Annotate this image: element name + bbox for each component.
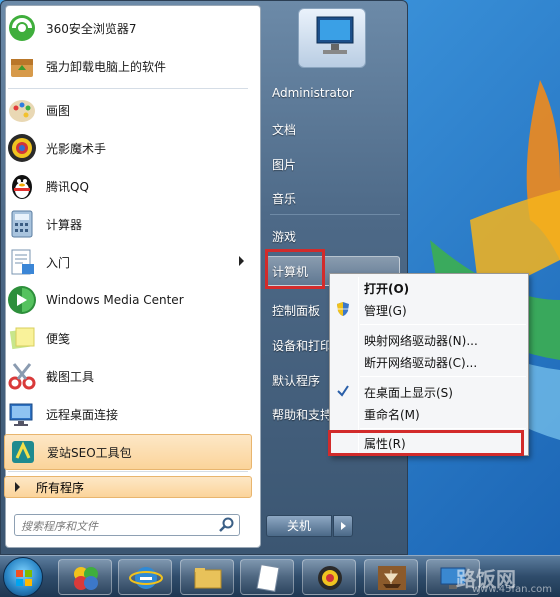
- search-input[interactable]: 搜索程序和文件: [14, 514, 240, 536]
- program-item-qq[interactable]: 腾讯QQ: [4, 168, 252, 204]
- qq-penguin-icon: [6, 170, 38, 202]
- program-item-uninstaller[interactable]: 强力卸载电脑上的软件: [4, 48, 252, 84]
- search-placeholder: 搜索程序和文件: [21, 520, 98, 533]
- media-center-icon: [6, 284, 38, 316]
- menu-item-manage[interactable]: 管理(G): [364, 302, 407, 319]
- right-item-music[interactable]: 音乐: [272, 190, 296, 207]
- program-label: 爱站SEO工具包: [47, 445, 132, 460]
- context-menu: 打开(O) 管理(G) 映射网络驱动器(N)... 断开网络驱动器(C)... …: [329, 273, 529, 456]
- start-button[interactable]: [3, 557, 43, 597]
- taskbar-app-explorer[interactable]: [180, 559, 234, 595]
- program-label: 便笺: [46, 331, 71, 346]
- watermark-url: www.45fan.com: [472, 584, 553, 595]
- menu-item-open[interactable]: 打开(O): [364, 280, 409, 297]
- right-item-help-support[interactable]: 帮助和支持: [272, 406, 332, 423]
- internet-explorer-icon: [129, 567, 163, 589]
- monitor-icon: [316, 16, 354, 54]
- menu-separator: [360, 376, 526, 377]
- ship-picture-icon: [378, 566, 406, 590]
- aperture-icon: [6, 132, 38, 164]
- right-item-user[interactable]: Administrator: [272, 86, 354, 100]
- right-item-games[interactable]: 游戏: [272, 228, 296, 245]
- program-label: 远程桌面连接: [46, 407, 119, 422]
- program-label: 360安全浏览器7: [46, 21, 137, 36]
- menu-separator: [360, 324, 526, 325]
- program-item-paint[interactable]: 画图: [4, 92, 252, 128]
- menu-separator: [360, 428, 526, 429]
- program-label: 腾讯QQ: [46, 179, 89, 194]
- sticky-notes-icon: [6, 322, 38, 354]
- taskbar-app-magic[interactable]: [302, 559, 356, 595]
- program-label: 光影魔术手: [46, 141, 107, 156]
- computer-annotation-box: [265, 249, 325, 289]
- getting-started-icon: [6, 246, 38, 278]
- program-label: 截图工具: [46, 369, 95, 384]
- right-item-default-programs[interactable]: 默认程序: [272, 372, 320, 389]
- program-label: 强力卸载电脑上的软件: [46, 59, 167, 74]
- taskbar-app-notes[interactable]: [240, 559, 294, 595]
- search-icon[interactable]: [218, 517, 236, 533]
- shield-icon: [335, 301, 351, 317]
- scissors-icon: [6, 360, 38, 392]
- right-item-documents[interactable]: 文档: [272, 121, 296, 138]
- menu-item-map-drive[interactable]: 映射网络驱动器(N)...: [364, 332, 478, 349]
- right-separator: [270, 214, 400, 215]
- 360-safe-icon: [74, 567, 98, 590]
- program-label: 入门: [46, 255, 71, 270]
- submenu-arrow-icon: [239, 256, 244, 266]
- paint-palette-icon: [6, 94, 38, 126]
- program-label: 画图: [46, 103, 71, 118]
- program-item-snipping-tool[interactable]: 截图工具: [4, 358, 252, 394]
- all-programs-label: 所有程序: [36, 480, 85, 495]
- pinned-separator: [8, 88, 248, 89]
- program-item-getting-started[interactable]: 入门: [4, 244, 252, 280]
- taskbar-app-picture[interactable]: [364, 559, 418, 595]
- program-item-360-browser[interactable]: 360安全浏览器7: [4, 10, 252, 46]
- taskbar-app-360[interactable]: [58, 559, 112, 595]
- taskbar-app-ie[interactable]: [118, 559, 172, 595]
- properties-annotation-box: [328, 430, 524, 456]
- program-label: 计算器: [46, 217, 83, 232]
- right-item-pictures[interactable]: 图片: [272, 156, 296, 173]
- user-avatar[interactable]: [298, 8, 366, 68]
- program-label: Windows Media Center: [46, 293, 184, 307]
- menu-item-disconnect-drive[interactable]: 断开网络驱动器(C)...: [364, 354, 477, 371]
- uninstall-box-icon: [6, 50, 38, 82]
- seo-toolkit-icon: [7, 436, 39, 468]
- expand-arrow-icon: [15, 482, 20, 492]
- 360-browser-icon: [6, 12, 38, 44]
- windows-logo-icon: [16, 570, 32, 586]
- programs-separator: [8, 471, 248, 472]
- program-item-media-center[interactable]: Windows Media Center: [4, 282, 252, 318]
- calculator-icon: [6, 208, 38, 240]
- folder-icon: [194, 568, 222, 589]
- program-item-seo-toolkit[interactable]: 爱站SEO工具包: [4, 434, 252, 470]
- aperture-icon: [318, 566, 342, 590]
- shutdown-button[interactable]: 关机: [266, 515, 332, 537]
- right-item-control-panel[interactable]: 控制面板: [272, 302, 320, 319]
- all-programs-button[interactable]: 所有程序: [4, 476, 252, 498]
- notepad-icon: [256, 564, 280, 592]
- menu-item-show-on-desktop[interactable]: 在桌面上显示(S): [364, 384, 453, 401]
- shutdown-options-button[interactable]: [333, 515, 353, 537]
- checkmark-icon: [336, 384, 350, 398]
- program-item-nikon-magic[interactable]: 光影魔术手: [4, 130, 252, 166]
- program-item-calculator[interactable]: 计算器: [4, 206, 252, 242]
- program-item-remote-desktop[interactable]: 远程桌面连接: [4, 396, 252, 432]
- remote-desktop-icon: [6, 398, 38, 430]
- right-item-devices-printers[interactable]: 设备和打印: [272, 337, 332, 354]
- program-item-sticky-notes[interactable]: 便笺: [4, 320, 252, 356]
- menu-item-rename[interactable]: 重命名(M): [364, 406, 420, 423]
- menu-gutter: [358, 277, 359, 453]
